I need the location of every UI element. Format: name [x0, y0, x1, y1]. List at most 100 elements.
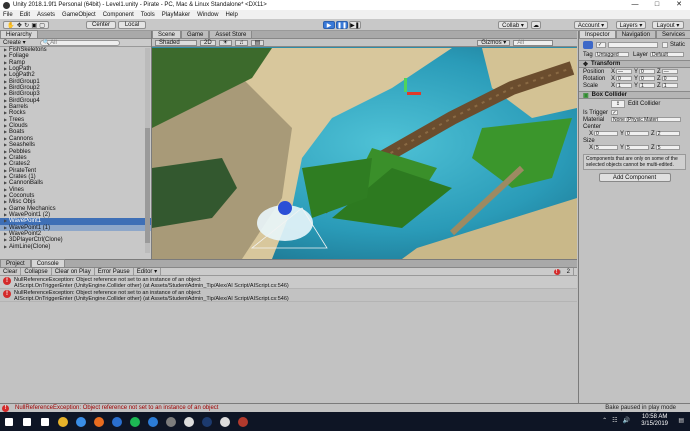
hand-tool-icon[interactable]: ✋ — [7, 22, 14, 29]
layer-dropdown[interactable]: Default — [650, 52, 685, 58]
menu-gameobject[interactable]: GameObject — [62, 12, 96, 18]
tab-navigation[interactable]: Navigation — [615, 30, 657, 38]
hierarchy-scrollbar[interactable] — [145, 48, 150, 253]
layout-dropdown[interactable]: Layout ▾ — [652, 21, 684, 29]
menu-file[interactable]: File — [3, 12, 13, 18]
menu-window[interactable]: Window — [197, 12, 218, 18]
position-z-field[interactable]: — — [661, 69, 678, 75]
tab-hierarchy[interactable]: Hierarchy — [0, 30, 38, 38]
is-trigger-checkbox[interactable]: ✓ — [611, 110, 618, 116]
center-x-field[interactable]: 0 — [594, 131, 619, 137]
taskbar-photoshop-icon[interactable] — [198, 412, 215, 431]
pivot-center-toggle[interactable]: Center — [86, 21, 116, 29]
taskbar-chrome-icon[interactable] — [72, 412, 89, 431]
transform-header[interactable]: ✥ Transform — [579, 60, 690, 68]
lighting-toggle[interactable]: ☀ — [218, 39, 233, 46]
active-checkbox[interactable]: ✓ — [596, 42, 606, 48]
space-local-toggle[interactable]: Local — [118, 21, 146, 29]
taskbar-app-icon[interactable] — [234, 412, 251, 431]
shading-dropdown[interactable]: Shaded — [155, 39, 197, 46]
scale-x-field[interactable]: 1 — [616, 83, 633, 89]
size-y-field[interactable]: 5 — [625, 145, 650, 151]
tab-services[interactable]: Services — [656, 30, 690, 38]
taskbar-windows-start-icon[interactable] — [0, 412, 17, 431]
taskbar-search-icon[interactable] — [18, 412, 35, 431]
taskbar-unity-icon[interactable] — [180, 412, 197, 431]
play-button[interactable]: ▶ — [323, 21, 335, 29]
add-component-button[interactable]: Add Component — [598, 173, 671, 182]
rotation-y-field[interactable]: 0 — [639, 76, 656, 82]
tab-inspector[interactable]: Inspector — [579, 30, 616, 38]
hierarchy-scroll-thumb[interactable] — [145, 128, 150, 243]
close-button[interactable]: ✕ — [668, 0, 690, 10]
edit-collider-button[interactable]: ↥ — [611, 100, 625, 108]
create-dropdown[interactable]: Create ▾ — [3, 39, 26, 46]
scale-y-field[interactable]: 1 — [639, 83, 656, 89]
account-dropdown[interactable]: Account ▾ — [574, 21, 608, 29]
log-entry[interactable]: ! NullReferenceException: Object referen… — [0, 289, 577, 302]
taskbar-explorer-icon[interactable] — [54, 412, 71, 431]
clear-on-play-button[interactable]: Clear on Play — [52, 267, 95, 276]
collab-dropdown[interactable]: Collab ▾ — [498, 21, 528, 29]
tab-project[interactable]: Project — [0, 259, 31, 267]
scale-z-field[interactable]: 1 — [661, 83, 678, 89]
player-character[interactable] — [278, 201, 292, 215]
gizmos-dropdown[interactable]: Gizmos ▾ — [477, 39, 511, 46]
tag-dropdown[interactable]: Untagged — [595, 52, 629, 58]
expand-arrow-icon[interactable]: ▶ — [4, 244, 7, 250]
center-z-field[interactable]: 2 — [655, 131, 680, 137]
move-gizmo-y[interactable] — [404, 78, 407, 92]
maximize-button[interactable]: □ — [646, 0, 668, 10]
error-count-badge[interactable]: ! 2 — [551, 267, 577, 276]
notifications-icon[interactable]: ▤ — [678, 417, 684, 424]
log-entry[interactable]: ! NullReferenceException: Object referen… — [0, 276, 577, 289]
cloud-button[interactable]: ☁ — [531, 21, 541, 29]
layers-dropdown[interactable]: Layers ▾ — [616, 21, 646, 29]
center-y-field[interactable]: 0 — [625, 131, 650, 137]
taskbar-task-view-icon[interactable] — [36, 412, 53, 431]
move-gizmo-x[interactable] — [407, 92, 421, 95]
menu-tools[interactable]: Tools — [141, 12, 155, 18]
taskbar-unity-hub-icon[interactable] — [216, 412, 233, 431]
volume-icon[interactable]: 🔊 — [623, 417, 630, 424]
step-button[interactable]: ▶❚ — [349, 21, 361, 29]
static-checkbox[interactable] — [662, 42, 668, 48]
material-field[interactable]: None (Physic Materi — [611, 117, 681, 123]
move-tool-icon[interactable]: ✥ — [17, 22, 22, 29]
taskbar-spotify-icon[interactable] — [126, 412, 143, 431]
scene-viewport[interactable] — [152, 48, 577, 259]
rect-tool-icon[interactable]: ▢ — [39, 22, 45, 29]
scene-search-input[interactable]: All — [513, 39, 554, 46]
taskbar-media-icon[interactable] — [108, 412, 125, 431]
menu-edit[interactable]: Edit — [20, 12, 30, 18]
rotation-x-field[interactable]: 0 — [616, 76, 633, 82]
collapse-button[interactable]: Collapse — [21, 267, 52, 276]
menu-playmaker[interactable]: PlayMaker — [162, 12, 190, 18]
hierarchy-search-input[interactable]: 🔍 All — [39, 39, 120, 46]
menu-assets[interactable]: Assets — [37, 12, 55, 18]
position-y-field[interactable]: 0 — [639, 69, 656, 75]
taskbar-clock[interactable]: 10:58 AM 3/15/2019 — [641, 414, 668, 428]
box-collider-header[interactable]: ▣ Box Collider — [579, 91, 690, 99]
error-pause-button[interactable]: Error Pause — [95, 267, 134, 276]
tab-console[interactable]: Console — [30, 259, 65, 267]
menu-component[interactable]: Component — [103, 12, 134, 18]
scale-tool-icon[interactable]: ▣ — [31, 22, 37, 29]
size-x-field[interactable]: 5 — [594, 145, 619, 151]
rotation-z-field[interactable]: 0 — [661, 76, 678, 82]
tab-scene[interactable]: Scene — [152, 31, 182, 38]
taskbar-firefox-icon[interactable] — [90, 412, 107, 431]
pause-button[interactable]: ❚❚ — [336, 21, 348, 29]
effects-dropdown[interactable]: ▤ — [250, 39, 265, 46]
hierarchy-item[interactable]: ▶ AimLine(Clone) — [0, 244, 151, 250]
name-field[interactable] — [608, 42, 658, 48]
clear-button[interactable]: Clear — [0, 267, 22, 276]
status-message[interactable]: NullReferenceException: Object reference… — [15, 405, 218, 411]
tab-asset-store[interactable]: Asset Store — [209, 31, 253, 38]
toggle-2d-button[interactable]: 2D — [200, 39, 216, 46]
audio-toggle[interactable]: ♫ — [235, 39, 248, 46]
taskbar-store-icon[interactable] — [162, 412, 179, 431]
rotate-tool-icon[interactable]: ↻ — [24, 22, 29, 29]
tab-game[interactable]: Game — [181, 31, 210, 38]
minimize-button[interactable]: — — [624, 0, 646, 10]
